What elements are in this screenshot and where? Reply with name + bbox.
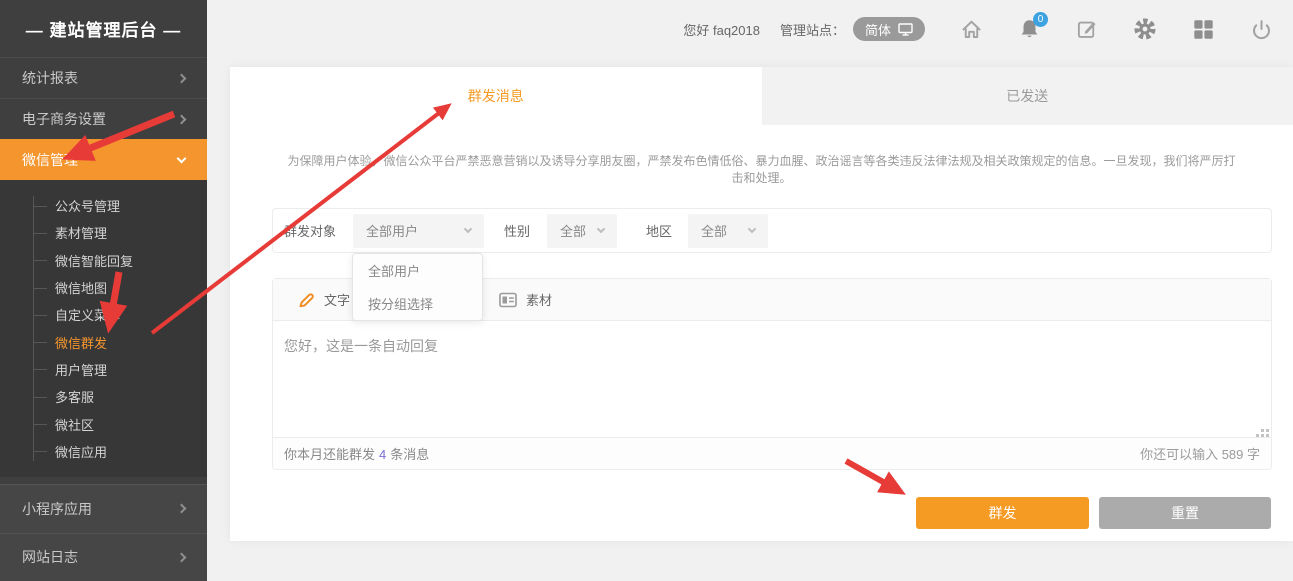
quota-prefix: 你本月还能群发 (284, 447, 375, 462)
submenu-item-multi-service[interactable]: 多客服 (0, 383, 207, 410)
material-mode-label: 素材 (526, 290, 552, 309)
main-content-card: 群发消息 已发送 为保障用户体验，微信公众平台严禁恶意营销以及诱导分享朋友圈，严… (230, 67, 1293, 541)
tab-bar: 群发消息 已发送 (230, 67, 1293, 125)
chevron-down-icon (748, 225, 756, 233)
submenu-item-wechat-map[interactable]: 微信地图 (0, 274, 207, 301)
sidebar-item-label: 统计报表 (22, 68, 78, 88)
top-header: 您好 faq2018 管理站点： 简体 0 (207, 0, 1293, 58)
submenu-item-custom-menu[interactable]: 自定义菜单 (0, 301, 207, 328)
target-label: 群发对象 (284, 221, 336, 240)
sidebar-item-site-log[interactable]: 网站日志 (0, 533, 207, 581)
text-mode-tab[interactable]: 文字 (296, 290, 350, 310)
home-icon[interactable] (959, 17, 983, 41)
submenu-label: 素材管理 (55, 223, 107, 242)
sidebar-item-label: 小程序应用 (22, 499, 92, 519)
submenu-label: 自定义菜单 (55, 305, 120, 324)
submenu-item-wechat-app[interactable]: 微信应用 (0, 438, 207, 465)
gender-select-value: 全部 (560, 221, 586, 240)
sidebar-item-label: 微信管理 (22, 150, 78, 170)
sidebar-item-ecommerce[interactable]: 电子商务设置 (0, 98, 207, 139)
bell-icon[interactable]: 0 (1017, 17, 1041, 41)
editor-footer: 你本月还能群发 4 条消息 你还可以输入 589 字 (273, 437, 1271, 469)
tab-sent[interactable]: 已发送 (762, 67, 1293, 125)
chevron-down-icon (597, 225, 605, 233)
region-select[interactable]: 全部 (688, 214, 768, 248)
sidebar-item-label: 电子商务设置 (22, 109, 106, 129)
gear-icon[interactable] (1133, 17, 1157, 41)
submenu-item-official-account[interactable]: 公众号管理 (0, 192, 207, 219)
app-title: — 建站管理后台 — (0, 0, 207, 57)
sidebar-item-label: 网站日志 (22, 547, 78, 567)
monitor-icon (898, 23, 913, 36)
material-icon (498, 290, 518, 310)
sidebar-bottom-section: 小程序应用 网站日志 (0, 484, 207, 581)
chevron-right-icon (177, 504, 187, 514)
submenu-item-smart-reply[interactable]: 微信智能回复 (0, 247, 207, 274)
sidebar-item-wechat[interactable]: 微信管理 (0, 139, 207, 180)
chars-remaining: 你还可以输入 589 字 (1140, 444, 1260, 463)
submenu-item-mass-send[interactable]: 微信群发 (0, 328, 207, 355)
pencil-icon (296, 290, 316, 310)
grid-apps-icon[interactable] (1191, 17, 1215, 41)
submenu-label: 用户管理 (55, 360, 107, 379)
wechat-submenu: 公众号管理 素材管理 微信智能回复 微信地图 自定义菜单 微信群发 用户管理 多… (0, 180, 207, 477)
target-select[interactable]: 全部用户 (353, 214, 484, 248)
gender-select[interactable]: 全部 (547, 214, 617, 248)
chevron-right-icon (177, 73, 187, 83)
chevron-right-icon (177, 553, 187, 563)
reset-button[interactable]: 重置 (1099, 497, 1271, 529)
quota-status: 你本月还能群发 4 条消息 (284, 444, 429, 463)
target-select-dropdown: 全部用户 按分组选择 (352, 253, 483, 321)
submenu-label: 微信群发 (55, 333, 107, 352)
submenu-item-micro-community[interactable]: 微社区 (0, 410, 207, 437)
dropdown-option-all-users[interactable]: 全部用户 (353, 254, 482, 287)
language-site-button[interactable]: 简体 (853, 17, 925, 41)
edit-icon[interactable] (1075, 17, 1099, 41)
submenu-label: 微信地图 (55, 278, 107, 297)
gender-label: 性别 (504, 221, 530, 240)
submenu-item-user-management[interactable]: 用户管理 (0, 356, 207, 383)
quota-count: 4 (379, 447, 386, 462)
chevron-down-icon (464, 225, 472, 233)
sidebar: — 建站管理后台 — 统计报表 电子商务设置 微信管理 公众号管理 素材管理 微… (0, 0, 207, 541)
sidebar-item-stats[interactable]: 统计报表 (0, 57, 207, 98)
chevron-right-icon (177, 114, 187, 124)
submenu-item-material[interactable]: 素材管理 (0, 219, 207, 246)
message-textarea[interactable]: 您好，这是一条自动回复 (273, 321, 1271, 437)
sidebar-item-miniprogram[interactable]: 小程序应用 (0, 485, 207, 533)
submenu-label: 微信应用 (55, 442, 107, 461)
chevron-down-icon (177, 153, 187, 163)
region-select-value: 全部 (701, 221, 727, 240)
quota-suffix: 条消息 (390, 447, 429, 462)
notification-badge: 0 (1033, 12, 1048, 27)
send-button[interactable]: 群发 (916, 497, 1089, 529)
language-label: 简体 (865, 20, 891, 39)
message-text: 您好，这是一条自动回复 (284, 338, 438, 354)
submenu-label: 公众号管理 (55, 196, 120, 215)
text-mode-label: 文字 (324, 290, 350, 309)
region-label: 地区 (646, 221, 672, 240)
policy-notice: 为保障用户体验，微信公众平台严禁恶意营销以及诱导分享朋友圈，严禁发布色情低俗、暴… (230, 152, 1293, 186)
tab-mass-message[interactable]: 群发消息 (230, 67, 762, 125)
resize-grip[interactable] (1261, 429, 1264, 432)
submenu-label: 多客服 (55, 387, 94, 406)
power-icon[interactable] (1249, 17, 1273, 41)
submenu-label: 微社区 (55, 415, 94, 434)
target-select-value: 全部用户 (366, 221, 418, 240)
site-label: 管理站点： (780, 20, 845, 39)
audience-filter-row: 群发对象 全部用户 性别 全部 地区 全部 (272, 208, 1272, 253)
user-greeting: 您好 faq2018 (683, 20, 760, 39)
material-mode-tab[interactable]: 素材 (498, 290, 552, 310)
submenu-label: 微信智能回复 (55, 251, 133, 270)
dropdown-option-by-group[interactable]: 按分组选择 (353, 287, 482, 320)
